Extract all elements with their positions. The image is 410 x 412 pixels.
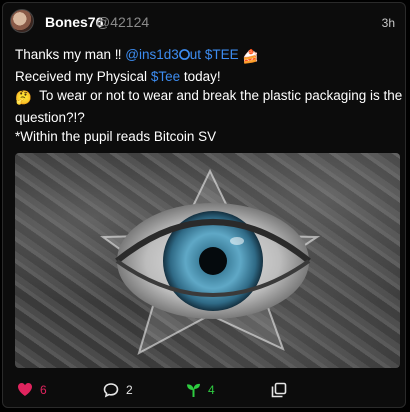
avatar[interactable]: [10, 9, 34, 33]
ticker-link-Tee[interactable]: $Tee: [151, 69, 180, 84]
ticker-link-TEE[interactable]: $TEE: [205, 47, 239, 62]
like-count: 6: [40, 382, 47, 397]
comment-button[interactable]: 2: [103, 382, 133, 398]
post-body: Thanks my man ‼ @ins1d3 ut $TEE 🍰 Receive…: [15, 45, 403, 147]
tip-button[interactable]: 4: [186, 382, 215, 398]
post-image[interactable]: [15, 153, 400, 368]
author-handle[interactable]: @42124: [96, 14, 149, 30]
like-button[interactable]: 6: [17, 382, 47, 397]
mention-suffix: ut: [189, 47, 202, 62]
copy-icon: [271, 382, 287, 398]
text-line1-prefix: Thanks my man ‼: [15, 47, 122, 62]
mention-link[interactable]: @ins1d3 ut: [125, 47, 201, 62]
heart-icon: [18, 383, 32, 396]
comment-count: 2: [126, 383, 133, 397]
cake-emoji-icon: 🍰: [242, 49, 260, 64]
author-username[interactable]: Bones76: [45, 14, 103, 30]
post-actions: 6 2 4: [3, 378, 405, 408]
thinking-emoji-icon: 🤔: [15, 90, 32, 105]
post-timestamp: 3h: [381, 16, 395, 30]
post-header: Bones76 @42124 3h: [10, 9, 395, 35]
comment-icon: [103, 383, 119, 398]
post-card[interactable]: Bones76 @42124 3h Thanks my man ‼ @ins1d…: [2, 2, 406, 408]
tip-count: 4: [208, 383, 215, 397]
text-line2-prefix: Received my Physical: [15, 68, 148, 84]
sprout-icon: [187, 383, 200, 397]
target-icon: [178, 49, 190, 60]
text-line4: *Within the pupil reads Bitcoin SV: [15, 129, 217, 144]
photo-image: [100, 168, 321, 356]
text-line3: To wear or not to wear and break the pla…: [15, 88, 403, 125]
copy-button[interactable]: [271, 382, 287, 398]
mention-text: @ins1d3: [125, 47, 179, 62]
text-line2-suffix: today!: [183, 68, 221, 84]
